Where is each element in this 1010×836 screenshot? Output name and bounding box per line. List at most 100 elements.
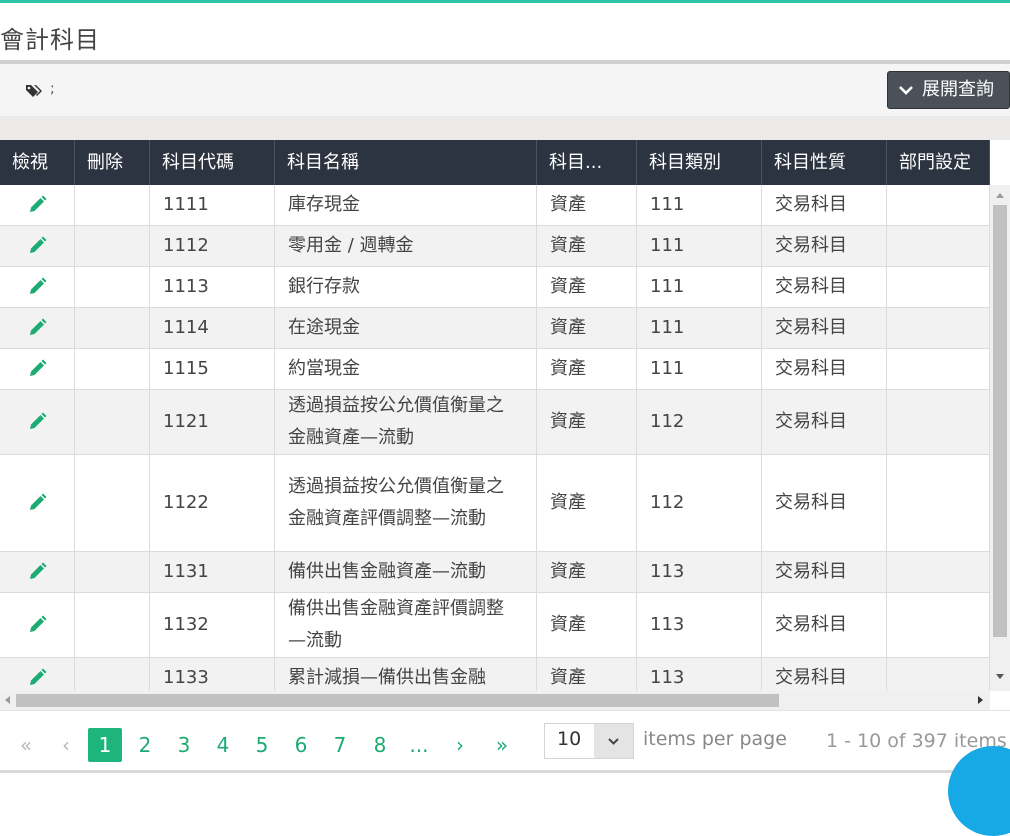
account-nature-cell: 交易科目 [762,349,887,389]
page-3-button[interactable]: 3 [167,728,201,762]
last-page-button[interactable]: » [485,728,519,762]
pencil-icon[interactable] [27,236,47,256]
delete-cell[interactable] [75,349,150,389]
edit-cell[interactable] [0,552,75,592]
pencil-icon[interactable] [27,493,47,513]
edit-cell[interactable] [0,226,75,266]
delete-cell[interactable] [75,308,150,348]
table-row[interactable]: 1112 零用金 / 週轉金 資產 111 交易科目 [0,226,990,267]
delete-cell[interactable] [75,593,150,657]
edit-cell[interactable] [0,349,75,389]
scroll-down-arrow[interactable] [996,674,1004,679]
page-7-button[interactable]: 7 [323,728,357,762]
previous-page-button[interactable]: ‹ [49,728,83,762]
pencil-icon[interactable] [27,359,47,379]
department-cell [887,267,990,307]
page-8-button[interactable]: 8 [363,728,397,762]
column-header-delete[interactable]: 刪除 [75,140,150,185]
edit-cell[interactable] [0,390,75,454]
department-cell [887,185,990,225]
account-code-cell: 1122 [150,455,275,551]
department-cell [887,552,990,592]
grid-toolbar-space [0,116,1010,140]
account-code-cell: 1114 [150,308,275,348]
scroll-right-arrow[interactable] [978,696,983,704]
account-nature-cell: 交易科目 [762,658,887,691]
column-header-department[interactable]: 部門設定 [887,140,990,185]
pencil-icon[interactable] [27,562,47,582]
page-2-button[interactable]: 2 [128,728,162,762]
horizontal-scroll-thumb[interactable] [16,694,779,707]
account-code-cell: 1131 [150,552,275,592]
pencil-icon[interactable] [27,668,47,688]
expand-query-button[interactable]: 展開查詢 [887,71,1010,109]
edit-cell[interactable] [0,308,75,348]
pencil-icon[interactable] [27,277,47,297]
delete-cell[interactable] [75,390,150,454]
scroll-left-arrow[interactable] [5,696,10,704]
pencil-icon[interactable] [27,615,47,635]
page-title: 會計科目 [0,26,100,54]
next-page-button[interactable]: › [443,728,477,762]
accounts-grid: 檢視 刪除 科目代碼 科目名稱 科目... 科目類別 科目性質 部門設定 111… [0,140,1010,710]
page-6-button[interactable]: 6 [284,728,318,762]
edit-cell[interactable] [0,658,75,691]
account-name-cell: 累計減損—備供出售金融 [275,658,537,691]
pencil-icon[interactable] [27,195,47,215]
account-category-cell: 111 [637,267,762,307]
column-header-class[interactable]: 科目... [537,140,637,185]
department-cell [887,390,990,454]
table-row[interactable]: 1111 庫存現金 資產 111 交易科目 [0,185,990,226]
delete-cell[interactable] [75,267,150,307]
delete-cell[interactable] [75,658,150,691]
table-row[interactable]: 1133 累計減損—備供出售金融 資產 113 交易科目 [0,658,990,691]
page-size-select[interactable]: 10 [544,723,634,759]
account-code-cell: 1133 [150,658,275,691]
table-row[interactable]: 1122 透過損益按公允價值衡量之金融資產評價調整—流動 資產 112 交易科目 [0,455,990,552]
chevron-down-icon [899,86,913,95]
edit-cell[interactable] [0,185,75,225]
delete-cell[interactable] [75,226,150,266]
table-row[interactable]: 1113 銀行存款 資產 111 交易科目 [0,267,990,308]
table-row[interactable]: 1121 透過損益按公允價值衡量之金融資產—流動 資產 112 交易科目 [0,390,990,455]
table-row[interactable]: 1132 備供出售金融資產評價調整—流動 資產 113 交易科目 [0,593,990,658]
department-cell [887,308,990,348]
edit-cell[interactable] [0,593,75,657]
pencil-icon[interactable] [27,412,47,432]
page-size-dropdown-toggle[interactable] [594,724,633,758]
more-pages-button[interactable]: ... [402,728,436,762]
column-header-name[interactable]: 科目名稱 [275,140,537,185]
page-5-button[interactable]: 5 [245,728,279,762]
pencil-icon[interactable] [27,318,47,338]
account-class-cell: 資產 [537,226,637,266]
grid-header: 檢視 刪除 科目代碼 科目名稱 科目... 科目類別 科目性質 部門設定 [0,140,990,185]
account-nature-cell: 交易科目 [762,552,887,592]
table-row[interactable]: 1114 在途現金 資產 111 交易科目 [0,308,990,349]
vertical-scrollbar[interactable] [990,185,1010,691]
delete-cell[interactable] [75,185,150,225]
page-1-button[interactable]: 1 [88,728,122,762]
delete-cell[interactable] [75,455,150,551]
account-category-cell: 111 [637,226,762,266]
page-size-value: 10 [557,728,582,750]
delete-cell[interactable] [75,552,150,592]
edit-cell[interactable] [0,455,75,551]
table-row[interactable]: 1131 備供出售金融資產—流動 資產 113 交易科目 [0,552,990,593]
page-4-button[interactable]: 4 [206,728,240,762]
account-class-cell: 資產 [537,593,637,657]
account-class-cell: 資產 [537,552,637,592]
account-class-cell: 資產 [537,390,637,454]
column-header-view[interactable]: 檢視 [0,140,75,185]
edit-cell[interactable] [0,267,75,307]
tag-text: ; [50,81,55,97]
column-header-code[interactable]: 科目代碼 [150,140,275,185]
table-row[interactable]: 1115 約當現金 資產 111 交易科目 [0,349,990,390]
account-class-cell: 資產 [537,308,637,348]
first-page-button[interactable]: « [9,728,43,762]
column-header-nature[interactable]: 科目性質 [762,140,887,185]
account-name-cell: 備供出售金融資產評價調整—流動 [275,593,537,657]
horizontal-scrollbar[interactable] [0,691,990,710]
vertical-scroll-thumb[interactable] [993,205,1007,637]
scroll-up-arrow[interactable] [996,193,1004,198]
column-header-category[interactable]: 科目類別 [637,140,762,185]
